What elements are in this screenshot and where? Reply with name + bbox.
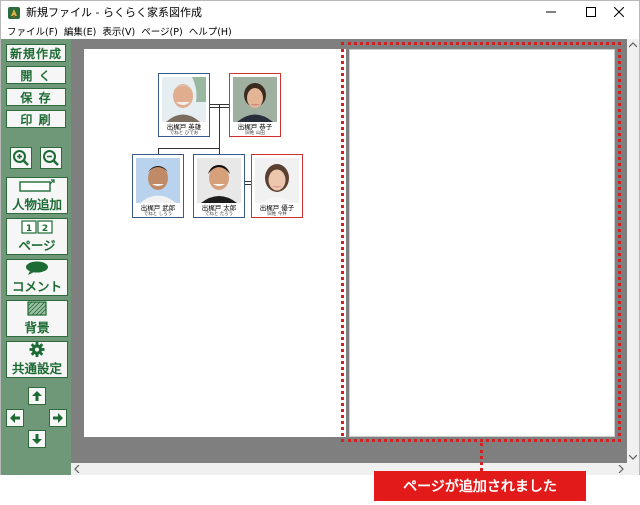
menu-help[interactable]: ヘルプ(H): [186, 24, 235, 38]
comment-icon: [26, 261, 48, 275]
callout-text: ページが追加されました: [403, 479, 557, 495]
maximize-icon: [586, 7, 596, 17]
person-reading: でねと たろう: [204, 212, 234, 217]
descent-line: [219, 105, 220, 149]
print-label: 印 刷: [20, 112, 52, 127]
window-title: 新規ファイル - らくらく家系図作成: [26, 6, 202, 19]
page-icon-digit-2: 2: [42, 224, 48, 234]
print-button[interactable]: 印 刷: [6, 110, 66, 128]
person-name: 出梶戸 恭子: [237, 123, 273, 131]
scroll-left-arrow[interactable]: [71, 463, 83, 475]
page-label: ページ: [18, 237, 56, 253]
page-icon-digit-1: 1: [26, 224, 32, 234]
left-toolbar: 新規作成 開 く 保 存 印 刷 人物追加 1 2 ページ コメント 背景 共通…: [1, 39, 71, 475]
menu-bar: ファイル(F) 編集(E) 表示(V) ページ(P) ヘルプ(H): [1, 23, 639, 39]
background-label: 背景: [24, 320, 50, 335]
menu-file[interactable]: ファイル(F): [4, 24, 61, 38]
person-reading: でねと しろう: [143, 212, 173, 217]
chevron-left-icon: [74, 465, 80, 473]
common-settings-label: 共通設定: [11, 361, 62, 376]
zoom-in-button[interactable]: [10, 147, 32, 169]
comment-label: コメント: [11, 278, 62, 294]
close-icon: [614, 7, 624, 17]
add-person-label: 人物追加: [11, 196, 62, 212]
person-name: 出梶戸 武郎: [140, 204, 176, 212]
page-icon: 1 2: [21, 219, 53, 234]
callout-connector: [480, 443, 483, 471]
new-file-button[interactable]: 新規作成: [6, 44, 66, 62]
common-settings-button[interactable]: 共通設定: [6, 341, 68, 378]
person-name: 出梶戸 英雄: [166, 123, 202, 131]
scroll-up-arrow[interactable]: [627, 39, 639, 51]
add-person-button[interactable]: 人物追加: [6, 177, 68, 214]
person-card[interactable]: 出梶戸 武郎 でねと しろう: [132, 154, 184, 218]
chevron-down-icon: [629, 454, 637, 460]
person-photo: [255, 158, 299, 203]
scroll-right-button[interactable]: [49, 409, 67, 427]
person-photo: [233, 77, 277, 122]
person-name: 出梶戸 太郎: [201, 204, 237, 212]
chevron-right-icon: [618, 465, 624, 473]
zoom-in-icon: [13, 150, 29, 166]
person-name: 出梶戸 優子: [259, 204, 295, 212]
page-button[interactable]: 1 2 ページ: [6, 218, 68, 255]
person-card[interactable]: 出梶戸 恭子 旧姓 山田: [229, 73, 281, 137]
person-reading: 旧姓 山田: [245, 131, 265, 136]
comment-button[interactable]: コメント: [6, 259, 68, 296]
arrow-down-icon: [32, 434, 42, 444]
person-photo: [197, 158, 241, 203]
menu-page[interactable]: ページ(P): [138, 24, 185, 38]
arrow-left-icon: [10, 413, 20, 423]
scroll-down-button[interactable]: [28, 430, 46, 448]
scroll-right-arrow[interactable]: [615, 463, 627, 475]
open-button[interactable]: 開 く: [6, 66, 66, 84]
gear-icon: [29, 342, 45, 357]
arrow-right-icon: [53, 413, 63, 423]
person-card[interactable]: 出梶戸 優子 旧姓 今井: [251, 154, 303, 218]
title-bar[interactable]: 新規ファイル - らくらく家系図作成: [1, 1, 639, 23]
person-reading: 旧姓 今井: [267, 212, 287, 217]
background-pattern-icon: [27, 301, 47, 316]
person-reading: でねと ひでお: [169, 131, 199, 136]
app-window: 新規ファイル - らくらく家系図作成 ファイル(F) 編集(E) 表示(V) ペ…: [0, 0, 640, 475]
person-photo: [136, 158, 180, 203]
minimize-icon: [546, 11, 556, 13]
person-photo: [162, 77, 206, 122]
app-tree-icon: [7, 5, 21, 19]
vertical-scrollbar[interactable]: [627, 39, 639, 463]
person-card[interactable]: 出梶戸 英雄 でねと ひでお: [158, 73, 210, 137]
menu-view[interactable]: 表示(V): [99, 24, 138, 38]
scroll-up-button[interactable]: [28, 387, 46, 405]
zoom-out-icon: [43, 150, 59, 166]
page-1[interactable]: 出梶戸 英雄 でねと ひでお 出梶戸 恭子 旧姓 山田 出梶戸 武郎 でねと し…: [84, 49, 346, 437]
canvas-area[interactable]: 出梶戸 英雄 でねと ひでお 出梶戸 恭子 旧姓 山田 出梶戸 武郎 でねと し…: [71, 39, 627, 463]
person-card-icon: [19, 178, 55, 192]
zoom-out-button[interactable]: [40, 147, 62, 169]
page-2[interactable]: [349, 49, 615, 437]
open-label: 開 く: [20, 68, 52, 83]
chevron-up-icon: [629, 42, 637, 48]
save-button[interactable]: 保 存: [6, 88, 66, 106]
scroll-left-button[interactable]: [6, 409, 24, 427]
scrollbar-corner: [627, 463, 639, 475]
save-label: 保 存: [20, 90, 52, 105]
person-card[interactable]: 出梶戸 太郎 でねと たろう: [193, 154, 245, 218]
menu-edit[interactable]: 編集(E): [61, 24, 99, 38]
scroll-down-arrow[interactable]: [627, 451, 639, 463]
siblings-line: [158, 148, 220, 149]
minimize-button[interactable]: [531, 1, 571, 23]
new-file-label: 新規作成: [9, 46, 62, 61]
background-button[interactable]: 背景: [6, 300, 68, 337]
page-added-callout: ページが追加されました: [374, 471, 586, 501]
arrow-up-icon: [32, 391, 42, 401]
close-button[interactable]: [599, 1, 639, 23]
